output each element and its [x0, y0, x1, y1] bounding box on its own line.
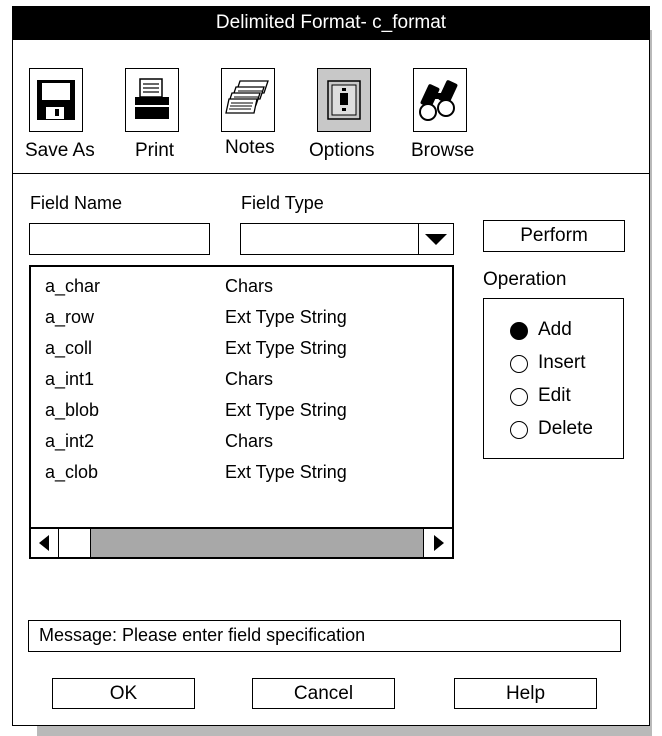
field-type-label: Field Type	[241, 193, 324, 213]
radio-option-delete[interactable]: Delete	[484, 416, 623, 442]
scrollbar-thumb[interactable]	[59, 529, 91, 557]
options-label: Options	[309, 140, 375, 161]
field-type-select[interactable]	[240, 223, 454, 255]
arrow-left-icon	[39, 535, 49, 551]
list-item[interactable]: a_row Ext Type String	[45, 307, 435, 335]
list-item[interactable]: a_int1 Chars	[45, 369, 435, 397]
scroll-right-button[interactable]	[423, 529, 452, 557]
radio-option-add[interactable]: Add	[484, 317, 623, 343]
radio-label: Insert	[538, 352, 586, 373]
chevron-down-icon[interactable]	[425, 234, 447, 245]
list-item[interactable]: a_int2 Chars	[45, 431, 435, 459]
field-name-cell: a_coll	[45, 338, 93, 358]
radio-button[interactable]	[510, 421, 528, 439]
field-type-cell: Chars	[225, 431, 274, 451]
window-title: Delimited Format- c_format	[13, 7, 649, 40]
field-name-cell: a_int1	[45, 369, 95, 389]
floppy-disk-icon	[29, 68, 83, 132]
printer-icon	[125, 68, 179, 132]
field-name-cell: a_char	[45, 276, 101, 296]
list-item[interactable]: a_clob Ext Type String	[45, 462, 435, 490]
list-item[interactable]: a_coll Ext Type String	[45, 338, 435, 366]
dropdown-divider	[418, 224, 419, 254]
toolbar-divider	[13, 173, 649, 174]
scroll-left-button[interactable]	[31, 529, 59, 557]
field-name-cell: a_int2	[45, 431, 95, 451]
field-type-cell: Ext Type String	[225, 462, 347, 482]
field-type-cell: Chars	[225, 369, 274, 389]
scrollbar-track[interactable]	[91, 529, 423, 557]
dialog-window: Delimited Format- c_format Save As Print…	[12, 6, 650, 726]
binoculars-icon	[413, 68, 467, 132]
operation-radio-group: Add Insert Edit Delete	[483, 298, 624, 459]
message-bar: Message: Please enter field specificatio…	[28, 620, 621, 652]
field-type-cell: Chars	[225, 276, 274, 296]
radio-label: Edit	[538, 385, 571, 406]
radio-button[interactable]	[510, 355, 528, 373]
notes-label: Notes	[225, 137, 275, 158]
fields-list[interactable]: a_char Chars a_row Ext Type String a_col…	[29, 265, 454, 559]
radio-button[interactable]	[510, 388, 528, 406]
save-as-label: Save As	[25, 140, 95, 161]
horizontal-scrollbar[interactable]	[31, 527, 452, 557]
help-button[interactable]: Help	[454, 678, 597, 709]
list-item[interactable]: a_char Chars	[45, 276, 435, 304]
radio-label: Add	[538, 319, 572, 340]
radio-label: Delete	[538, 418, 593, 439]
radio-option-edit[interactable]: Edit	[484, 383, 623, 409]
options-panel-icon	[317, 68, 371, 132]
radio-option-insert[interactable]: Insert	[484, 350, 623, 376]
radio-button[interactable]	[510, 322, 528, 340]
field-name-cell: a_blob	[45, 400, 100, 420]
field-type-cell: Ext Type String	[225, 307, 347, 327]
browse-label: Browse	[411, 140, 475, 161]
field-type-cell: Ext Type String	[225, 338, 347, 358]
field-name-cell: a_clob	[45, 462, 99, 482]
field-name-label: Field Name	[30, 193, 123, 213]
arrow-right-icon	[434, 535, 444, 551]
perform-button[interactable]: Perform	[483, 220, 625, 252]
notes-stack-icon	[221, 68, 275, 132]
field-name-input[interactable]	[29, 223, 210, 255]
list-item[interactable]: a_blob Ext Type String	[45, 400, 435, 428]
field-type-cell: Ext Type String	[225, 400, 347, 420]
cancel-button[interactable]: Cancel	[252, 678, 395, 709]
operation-label: Operation	[483, 269, 567, 290]
print-label: Print	[135, 140, 175, 161]
field-name-cell: a_row	[45, 307, 95, 327]
message-text: Message: Please enter field specificatio…	[39, 625, 366, 645]
ok-button[interactable]: OK	[52, 678, 195, 709]
